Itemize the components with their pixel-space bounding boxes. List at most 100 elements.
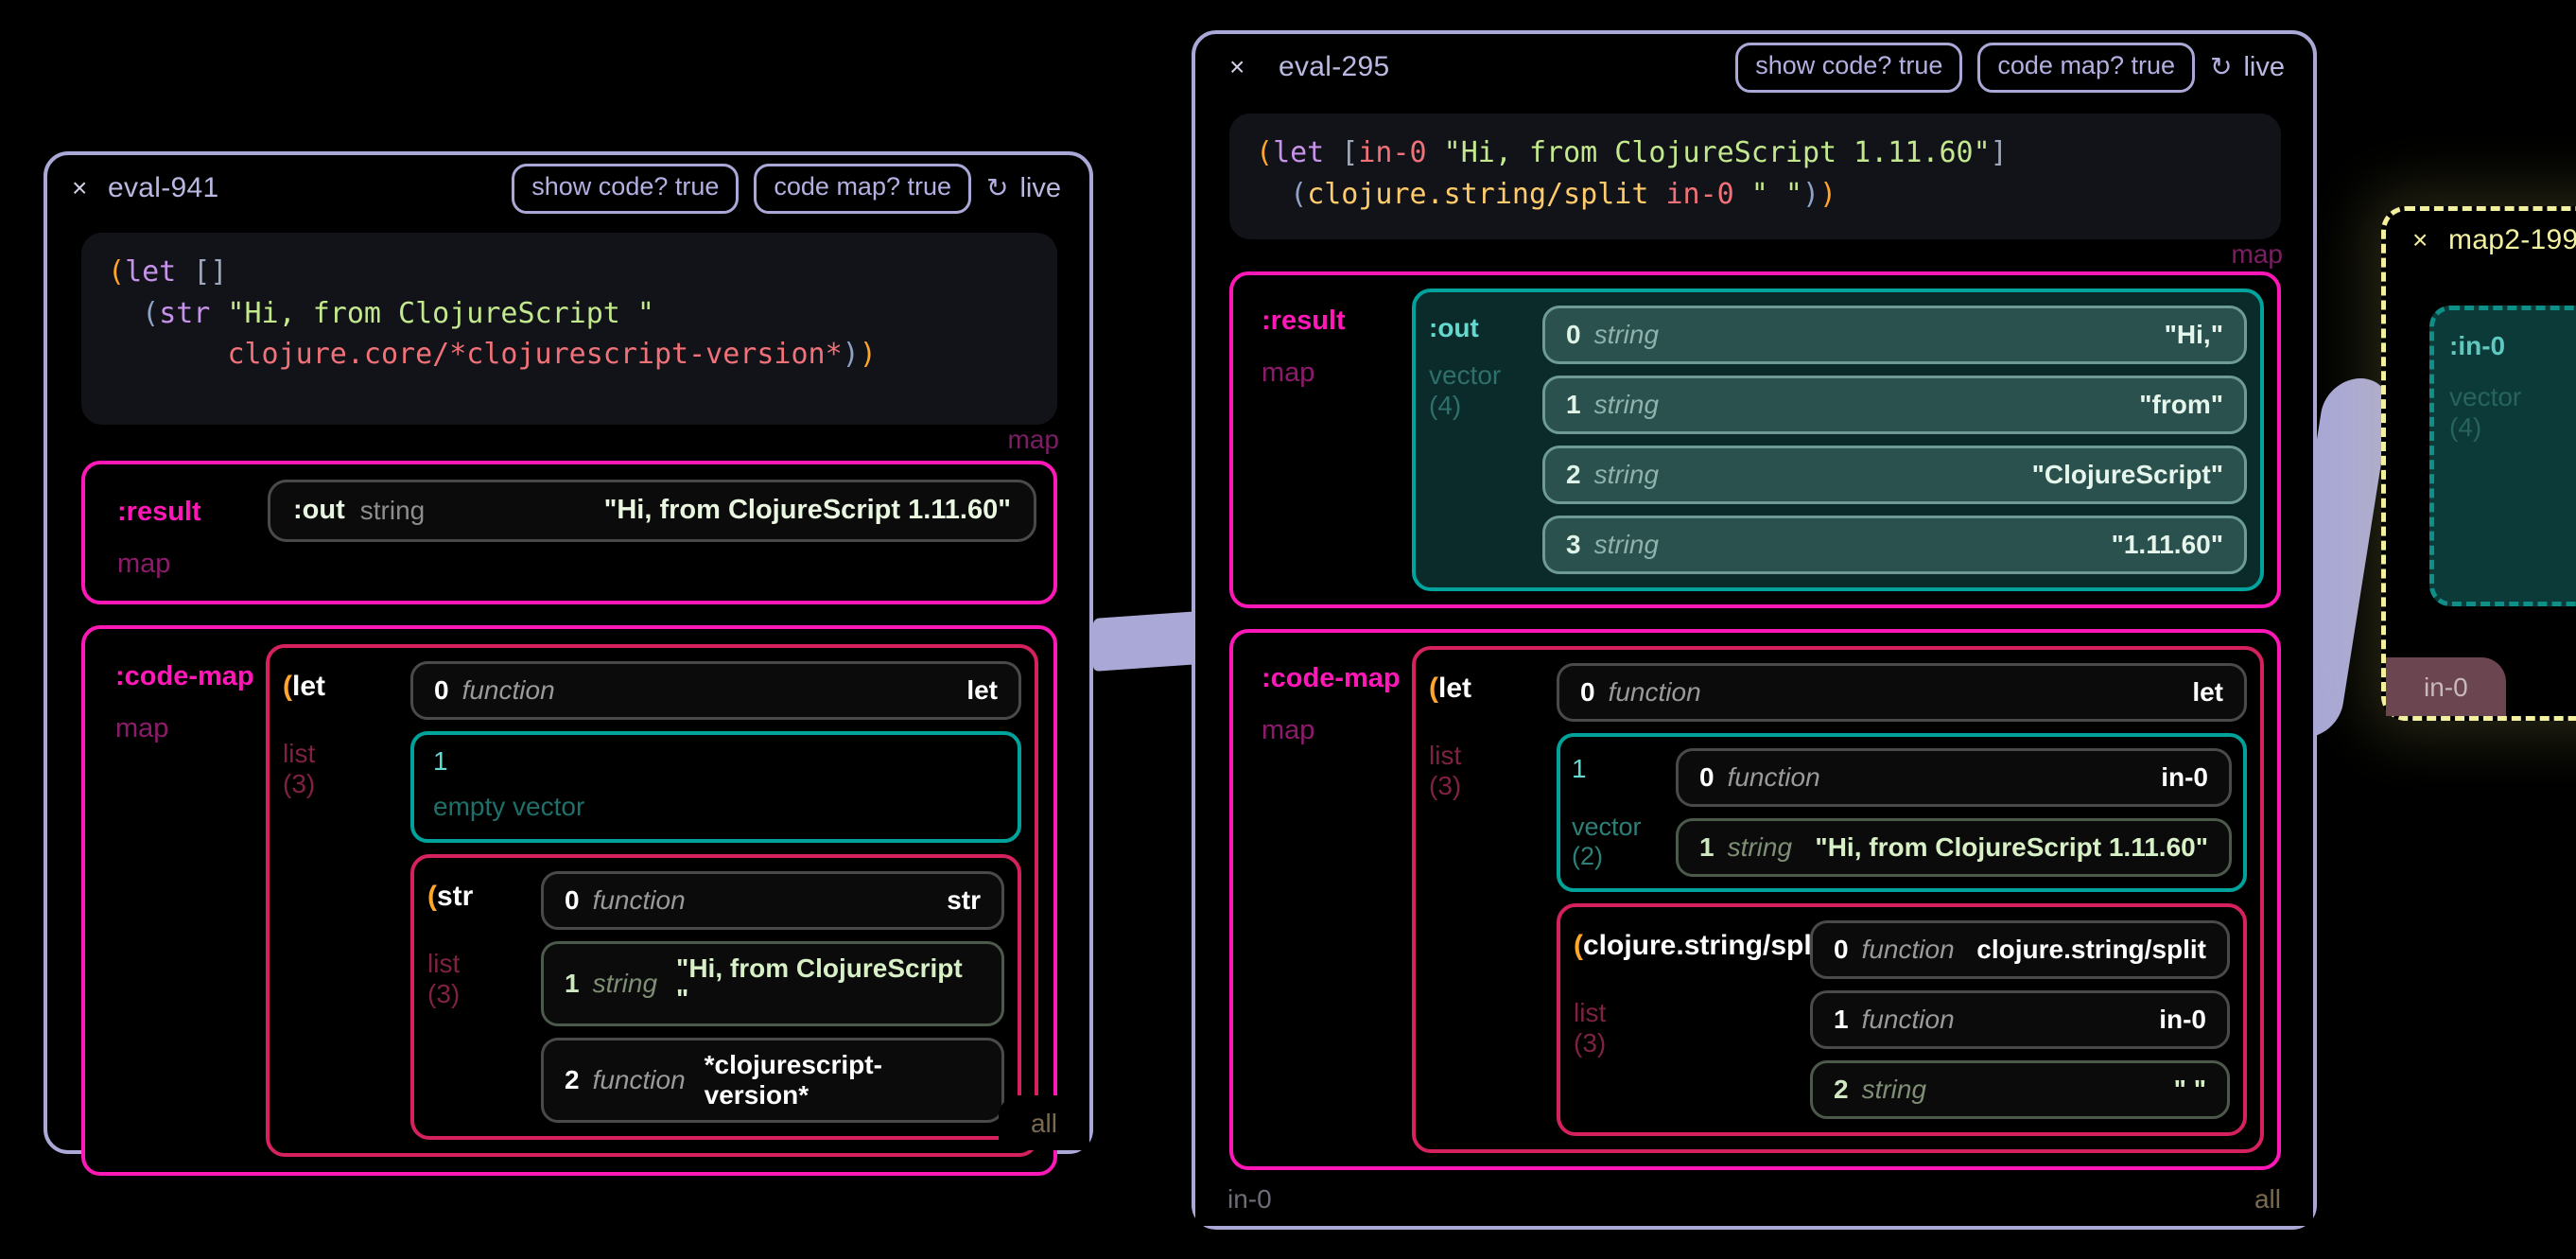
table-row[interactable]: 0 function str [541, 870, 1004, 930]
row-type: string [1593, 320, 1660, 349]
close-icon[interactable]: × [1229, 54, 1244, 80]
footer-tab-all[interactable]: all [2221, 1171, 2313, 1226]
split-name: clojure.string/split [1583, 930, 1830, 961]
code-map-row: :code-map map (let list (3) 0 function l… [100, 643, 1038, 1157]
row-value: "Hi," [2164, 320, 2223, 349]
panel-eval-941-header-controls: show code? true code map? true ↻ live [512, 163, 1069, 214]
row-value: "1.11.60" [2111, 530, 2223, 559]
str-name: str [437, 880, 474, 912]
row-type: function [461, 674, 555, 705]
panel-eval-295-header: × eval-295 show code? true code map? tru… [1195, 34, 2313, 100]
close-icon[interactable]: × [2412, 227, 2428, 254]
row-type: string [1593, 530, 1660, 559]
code-paren: ( [108, 255, 126, 289]
row-value: str [947, 884, 981, 915]
panel-eval-941-header: × eval-941 show code? true code map? tru… [47, 155, 1089, 221]
table-row[interactable]: 0 string "Hi," [1542, 306, 2247, 364]
panel-eval-295[interactable]: × eval-295 show code? true code map? tru… [1192, 30, 2317, 1230]
row-value: in-0 [2159, 1005, 2206, 1034]
footer-tab-in0[interactable]: in-0 [1195, 1171, 1304, 1226]
row-type: string [592, 968, 658, 998]
table-row[interactable]: 1 string "Hi, from ClojureScript 1.11.60… [1676, 818, 2232, 877]
code-map-row: :code-map map (let list (3) 0 function l… [1246, 646, 2264, 1153]
table-row[interactable]: 1 string "Hi, from ClojureScript " [541, 940, 1004, 1026]
toggle-show-code[interactable]: show code? true [512, 163, 740, 214]
table-row[interactable]: 0 function let [1557, 663, 2247, 722]
panel-eval-295-title: eval-295 [1279, 51, 1390, 82]
table-row[interactable]: 3 string "1.11.60" [1542, 516, 2247, 574]
str-rows: 0 function str 1 string "Hi, from Clojur… [541, 870, 1004, 1123]
row-value: in-0 [2161, 762, 2208, 792]
let-name: let [292, 670, 326, 702]
row-type: string [1727, 832, 1793, 862]
code-paren: ( [1256, 136, 1274, 169]
result-key: :result [117, 496, 201, 527]
live-label: live [1019, 172, 1061, 203]
live-status[interactable]: ↻ live [986, 173, 1069, 204]
row-type: function [1608, 677, 1701, 707]
split-list-box: (clojure.string/split list (3) 0 functio… [1557, 903, 2247, 1136]
table-row[interactable]: 2 string "ClojureScript" [1542, 446, 2247, 504]
code-source-right[interactable]: (let [in-0 "Hi, from ClojureScript 1.11.… [1229, 114, 2281, 239]
table-row[interactable]: 1 string "from" [1542, 376, 2247, 434]
code-bracket: [] [176, 255, 228, 289]
code-map-type: map [115, 712, 169, 743]
out-key: :out [293, 495, 345, 525]
row-index: 1 [1566, 390, 1581, 419]
code-source-left[interactable]: (let [] (str "Hi, from ClojureScript " c… [81, 233, 1057, 425]
empty-vector-box[interactable]: 1 empty vector [410, 730, 1021, 843]
in0-count: (4) [2449, 412, 2482, 442]
toggle-code-map[interactable]: code map? true [1977, 42, 2196, 93]
row-index: 2 [565, 1064, 580, 1094]
table-row[interactable]: 0 function in-0 [1676, 748, 2232, 807]
binding-vector-index: 1 [1572, 754, 1587, 783]
map-tag-left: map [1007, 424, 1059, 454]
row-type: function [1861, 1005, 1955, 1034]
row-value: *clojurescript-version* [704, 1049, 882, 1110]
panel-map2-header: × map2-1996d [2386, 211, 2576, 270]
panel-map2[interactable]: × map2-1996d :in-0 vector (4) 0 1 2 3 in… [2381, 206, 2576, 721]
row-index: 0 [1699, 762, 1714, 792]
row-index: 2 [1566, 460, 1581, 489]
out-key: :out [1429, 313, 1479, 342]
row-type: function [592, 1064, 686, 1094]
binding-vector-box: 1 vector (2) 0 function in-0 1 string "H… [1557, 733, 2247, 892]
toggle-code-map[interactable]: code map? true [754, 163, 972, 214]
panel-eval-941[interactable]: × eval-941 show code? true code map? tru… [44, 151, 1093, 1176]
table-row[interactable]: 2 function *clojurescript-version* [541, 1037, 1004, 1123]
code-keyword: let [125, 255, 177, 289]
table-row[interactable]: 2 string " " [1810, 1060, 2230, 1119]
let-rows: 0 function let 1 vector (2) 0 function i… [1557, 663, 2247, 1136]
refresh-icon[interactable]: ↻ [2210, 54, 2232, 80]
let-head: (let [283, 671, 325, 702]
out-vector-box: :out vector (4) 0 string "Hi," 1 string … [1412, 289, 2264, 591]
let-name: let [1438, 673, 1472, 704]
row-index: 1 [1699, 832, 1714, 862]
row-value: "from" [2139, 390, 2223, 419]
str-type: list [427, 948, 461, 978]
footer-tab-all[interactable]: all [998, 1095, 1089, 1150]
table-row[interactable]: 0 function clojure.string/split [1810, 920, 2230, 979]
table-row[interactable]: 0 function let [410, 660, 1021, 720]
table-row[interactable]: 1 function in-0 [1810, 990, 2230, 1049]
binding-vector-type: vector [1572, 813, 1642, 841]
let-count: (3) [1429, 771, 1462, 800]
panel-eval-295-header-controls: show code? true code map? true ↻ live [1735, 42, 2292, 93]
live-status[interactable]: ↻ live [2210, 52, 2292, 83]
panel-map2-footer-in0[interactable]: in-0 [2386, 657, 2506, 716]
str-head: (str [427, 881, 473, 912]
row-value: clojure.string/split [1976, 935, 2206, 964]
in0-key: :in-0 [2449, 331, 2506, 360]
str-count: (3) [427, 978, 461, 1008]
let-type: list [283, 738, 316, 768]
out-row[interactable]: :out string "Hi, from ClojureScript 1.11… [268, 479, 1036, 542]
out-count: (4) [1429, 391, 1462, 420]
refresh-icon[interactable]: ↻ [986, 175, 1008, 201]
open-paren-icon: ( [1429, 673, 1438, 704]
toggle-show-code[interactable]: show code? true [1735, 42, 1963, 93]
result-row: :result map :out vector (4) 0 string "Hi… [1246, 289, 2264, 591]
code-paren: ) [1801, 177, 1820, 211]
let-type: list [1429, 741, 1462, 770]
close-icon[interactable]: × [72, 175, 87, 201]
code-symbol: in-0 [1648, 177, 1734, 211]
